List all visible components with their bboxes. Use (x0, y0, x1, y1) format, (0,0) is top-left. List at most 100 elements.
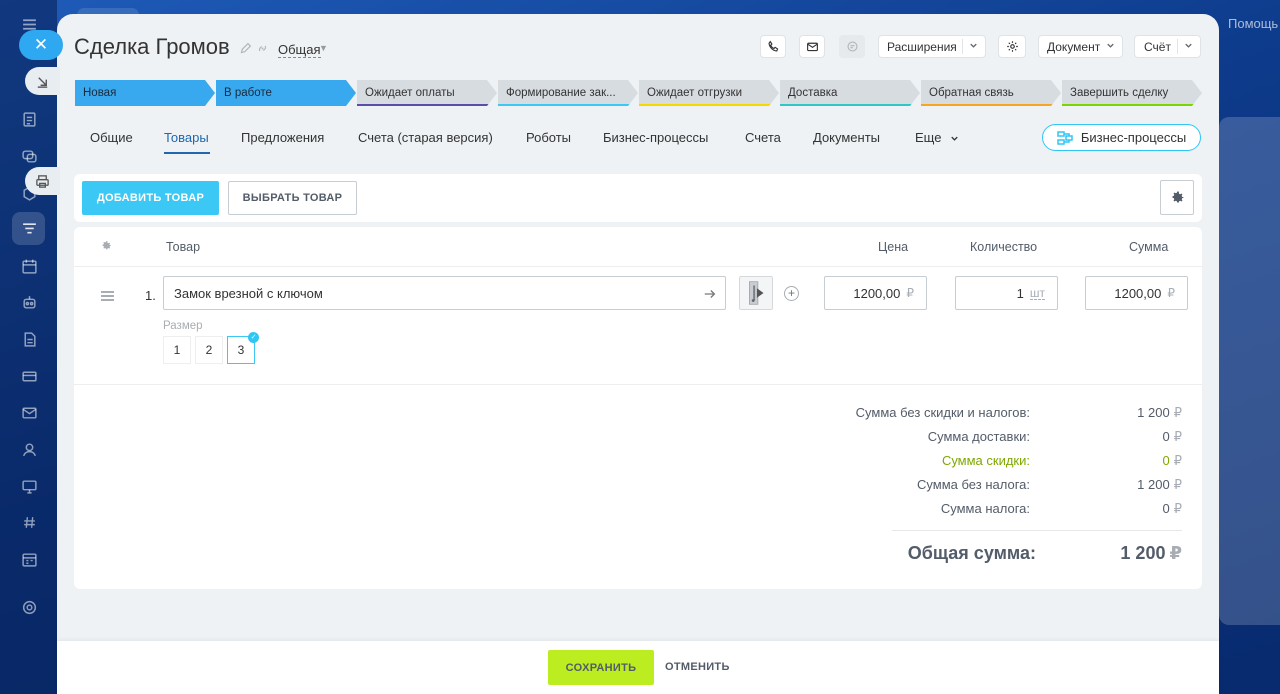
document-button[interactable]: Документ (1038, 35, 1123, 58)
lock-icon (749, 281, 764, 305)
phone-icon (767, 40, 778, 52)
contacts-icon[interactable] (19, 439, 39, 459)
currency-symbol: ₽ (1167, 286, 1175, 300)
add-product-button[interactable]: ДОБАВИТЬ ТОВАР (82, 181, 219, 215)
total-value: 0 ₽ (1162, 453, 1182, 468)
tab-robots[interactable]: Роботы (526, 130, 571, 145)
stage-label: Новая (83, 87, 117, 99)
document-icon[interactable] (19, 329, 39, 349)
sum-input[interactable]: 1200,00 ₽ (1085, 276, 1188, 310)
total-label: Сумма налога: (940, 501, 1030, 516)
print-slider-button[interactable] (25, 167, 60, 195)
schedule-icon[interactable] (19, 549, 39, 569)
tab-more-label: Еще (915, 130, 942, 145)
extensions-button[interactable]: Расширения (878, 35, 986, 58)
chat-icon[interactable] (19, 146, 39, 166)
card-icon[interactable] (19, 366, 39, 386)
save-button[interactable]: СОХРАНИТЬ (548, 650, 654, 685)
calendar-icon[interactable] (19, 256, 39, 276)
stage-order-forming[interactable]: Формирование зак... (498, 80, 638, 106)
tab-invoices[interactable]: Счета (745, 130, 781, 145)
stage-feedback[interactable]: Обратная связь (921, 80, 1061, 106)
arrow-right-icon[interactable] (703, 287, 717, 301)
stage-delivery[interactable]: Доставка (780, 80, 920, 106)
price-value: 1200,00 (853, 285, 901, 301)
monitor-icon[interactable] (19, 476, 39, 496)
grid-settings-button[interactable] (1160, 180, 1194, 215)
chevron-down-icon (970, 43, 977, 48)
settings-button[interactable] (998, 35, 1026, 58)
stage-awaiting-payment[interactable]: Ожидает оплаты (357, 80, 497, 106)
tasks-icon[interactable] (19, 109, 39, 129)
quantity-input[interactable]: 1 шт (955, 276, 1058, 310)
total-value: 0 ₽ (1162, 429, 1182, 444)
chat-button[interactable] (839, 35, 865, 58)
row-number: 1. (145, 288, 156, 303)
robot-icon[interactable] (19, 292, 39, 312)
column-settings-icon[interactable] (100, 240, 112, 252)
tab-offers[interactable]: Предложения (241, 130, 324, 145)
settings-icon[interactable] (19, 597, 39, 617)
cancel-button[interactable]: ОТМЕНИТЬ (665, 661, 730, 673)
stage-label: Обратная связь (929, 87, 1014, 99)
stage-close-deal[interactable]: Завершить сделку (1062, 80, 1202, 106)
column-header-product: Товар (166, 240, 201, 254)
chevron-down-icon (1185, 43, 1192, 48)
choose-product-button[interactable]: ВЫБРАТЬ ТОВАР (228, 181, 357, 215)
category-selector[interactable]: Общая (278, 42, 321, 58)
active-tab-underline (164, 152, 210, 154)
tab-general[interactable]: Общие (90, 130, 133, 145)
price-input[interactable]: 1200,00 ₽ (824, 276, 927, 310)
printer-icon (36, 174, 49, 188)
minimize-slider-button[interactable] (25, 67, 60, 95)
tab-documents[interactable]: Документы (813, 130, 880, 145)
divider (892, 530, 1182, 531)
gear-icon (1172, 191, 1184, 202)
invoice-button[interactable]: Счёт (1134, 35, 1201, 58)
stage-in-progress[interactable]: В работе (216, 80, 356, 106)
total-label: Сумма доставки: (927, 429, 1030, 444)
chevron-down-icon (1107, 43, 1114, 48)
product-name-input[interactable]: Замок врезной с ключом (163, 276, 726, 310)
stage-color-bar (780, 104, 912, 106)
document-label: Документ (1047, 39, 1101, 54)
link-icon[interactable] (256, 42, 269, 55)
product-thumbnail[interactable] (739, 276, 773, 310)
chevron-down-icon (951, 136, 958, 141)
tab-invoices-old[interactable]: Счета (старая версия) (358, 130, 493, 145)
chevron-down-icon: ▼ (319, 43, 328, 53)
business-processes-label: Бизнес-процессы (1080, 130, 1187, 145)
size-option-2[interactable]: 2 (195, 336, 223, 364)
product-name-value: Замок врезной с ключом (174, 285, 323, 301)
size-option-3[interactable]: 3 ✓ (227, 332, 259, 364)
left-sidebar (0, 0, 57, 694)
hashtag-icon[interactable] (19, 512, 39, 532)
help-link[interactable]: Помощь (1228, 16, 1278, 31)
funnel-icon[interactable] (19, 219, 39, 239)
drag-handle-icon[interactable] (101, 291, 114, 301)
stage-new[interactable]: Новая (75, 80, 215, 106)
total-value: 1 200 ₽ (1137, 405, 1182, 420)
tab-products[interactable]: Товары (164, 130, 209, 145)
tab-more[interactable]: Еще (915, 130, 960, 145)
stage-awaiting-shipment[interactable]: Ожидает отгрузки (639, 80, 779, 106)
chat-bubble-icon (846, 41, 858, 52)
gear-icon (1006, 41, 1018, 52)
unit-selector[interactable]: шт (1029, 287, 1045, 300)
total-label: Сумма без налога: (917, 477, 1030, 492)
mail-icon[interactable] (19, 402, 39, 422)
sum-value: 1200,00 (1114, 285, 1162, 301)
total-value: 1 200 ₽ (1137, 477, 1182, 492)
close-slider-button[interactable]: ✕ (19, 30, 63, 60)
size-option-1[interactable]: 1 (163, 336, 191, 364)
pencil-icon[interactable] (239, 42, 252, 55)
invoice-label: Счёт (1144, 39, 1171, 54)
business-processes-button[interactable]: Бизнес-процессы (1042, 124, 1201, 151)
stage-color-bar (357, 104, 489, 106)
column-header-price: Цена (878, 240, 909, 254)
email-button[interactable] (799, 35, 825, 58)
add-variant-button[interactable]: + (784, 286, 799, 301)
envelope-icon (806, 42, 818, 52)
call-button[interactable] (760, 35, 786, 58)
tab-business-processes[interactable]: Бизнес-процессы (603, 130, 708, 145)
